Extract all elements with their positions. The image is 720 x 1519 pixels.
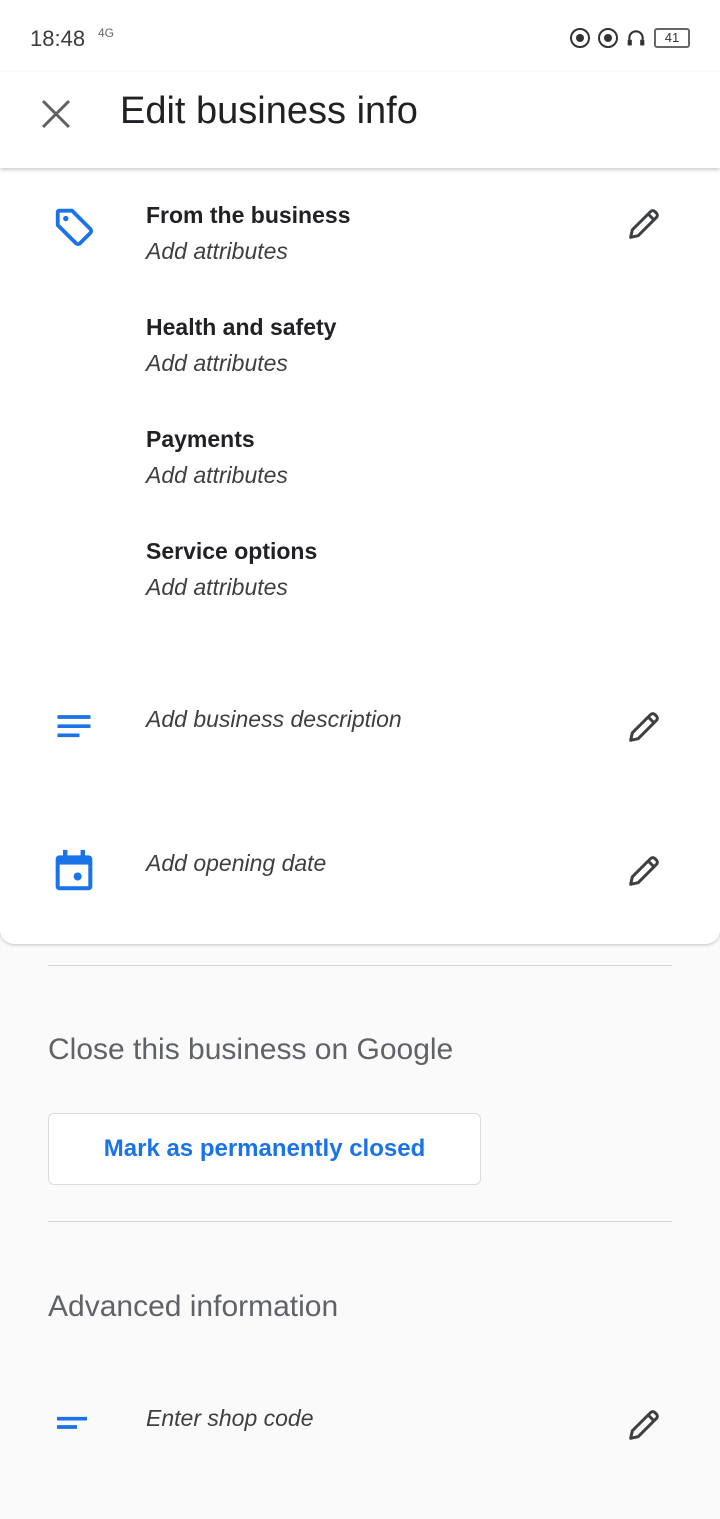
attribute-subtitle: Add attributes [146,462,288,488]
shop-code-field[interactable]: Enter shop code [146,1405,314,1432]
network-indicator: 4G [98,26,115,40]
notification-icon [570,28,590,48]
attribute-title: Service options [146,538,318,564]
divider [48,965,672,966]
close-button[interactable] [34,92,78,136]
edit-shop-code-icon[interactable] [624,1405,664,1445]
divider [48,1221,672,1222]
calendar-icon [55,849,93,891]
status-time: 18:48 [30,26,86,51]
attribute-title: Payments [146,426,255,452]
shop-code-icon [57,1416,87,1429]
attribute-title: Health and safety [146,314,337,340]
page-title: Edit business info [120,90,418,132]
attribute-title: From the business [146,202,351,228]
close-icon [41,99,71,129]
attribute-subtitle: Add attributes [146,238,288,264]
attribute-subtitle: Add attributes [146,574,288,600]
close-section-title: Close this business on Google [48,1033,454,1066]
lock-icon [598,28,618,48]
edit-description-icon[interactable] [624,707,664,747]
edit-attributes-icon[interactable] [624,204,664,244]
description-icon [57,715,91,738]
edit-opening-date-icon[interactable] [624,851,664,891]
mark-permanently-closed-button[interactable]: Mark as permanently closed [48,1113,481,1185]
tag-icon [55,208,94,246]
business-info-card: From the business Add attributes Health … [0,168,720,944]
opening-date-field[interactable]: Add opening date [146,850,326,877]
business-description-field[interactable]: Add business description [146,706,402,733]
status-bar: 18:48 4G 41 [0,0,720,72]
advanced-section-title: Advanced information [48,1290,339,1323]
battery-indicator: 41 [654,28,690,48]
app-bar: Edit business info [0,72,720,168]
headphones-icon [627,30,645,46]
attribute-subtitle: Add attributes [146,350,288,376]
